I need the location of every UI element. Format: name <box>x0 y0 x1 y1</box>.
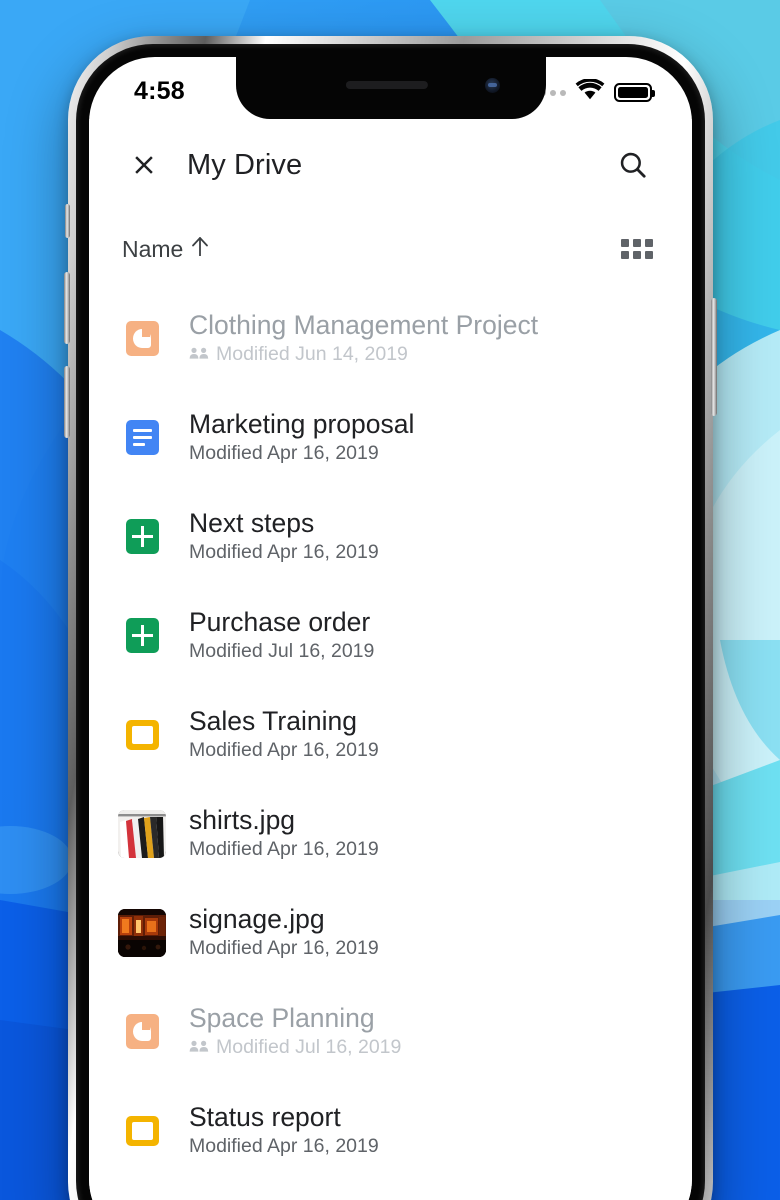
status-bar-clock: 4:58 <box>134 77 185 105</box>
file-modified-text: Modified Apr 16, 2019 <box>189 739 379 762</box>
list-item[interactable]: Sales Training Modified Apr 16, 2019 <box>89 685 692 784</box>
list-item[interactable]: Purchase order Modified Jul 16, 2019 <box>89 586 692 685</box>
file-name: Clothing Management Project <box>189 310 539 341</box>
file-modified-text: Modified Apr 16, 2019 <box>189 541 379 564</box>
volume-down-button[interactable] <box>64 366 70 438</box>
file-meta: Modified Apr 16, 2019 <box>189 739 379 762</box>
power-button[interactable] <box>711 298 717 416</box>
image-thumbnail-shirts <box>115 809 169 858</box>
list-item[interactable]: shirts.jpg Modified Apr 16, 2019 <box>89 784 692 883</box>
sort-bar: Name <box>89 211 692 287</box>
file-meta: Modified Apr 16, 2019 <box>189 541 379 564</box>
slides-icon <box>115 1115 169 1146</box>
file-meta: Modified Apr 16, 2019 <box>189 838 379 861</box>
list-item[interactable]: Marketing proposal Modified Apr 16, 2019 <box>89 388 692 487</box>
file-meta: Modified Apr 16, 2019 <box>189 442 414 465</box>
file-name: Next steps <box>189 508 315 539</box>
file-name: Space Planning <box>189 1003 375 1034</box>
file-modified-text: Modified Apr 16, 2019 <box>189 442 379 465</box>
file-meta: Modified Jul 16, 2019 <box>189 1036 402 1059</box>
file-meta: Modified Jun 14, 2019 <box>189 343 538 366</box>
file-modified-text: Modified Apr 16, 2019 <box>189 838 379 861</box>
arrow-up-icon <box>190 236 210 263</box>
file-meta: Modified Apr 16, 2019 <box>189 937 379 960</box>
wifi-icon <box>575 78 605 106</box>
file-name: shirts.jpg <box>189 805 296 836</box>
list-item[interactable]: Clothing Management Project Modified Jun… <box>89 289 692 388</box>
page-title: My Drive <box>187 148 303 181</box>
people-shared-icon <box>189 344 209 365</box>
list-item[interactable]: Space Planning Modified Jul 16, 2019 <box>89 982 692 1081</box>
mute-switch-button[interactable] <box>65 204 70 238</box>
slides-icon <box>115 1014 169 1049</box>
slides-icon <box>115 321 169 356</box>
sheets-icon <box>115 618 169 653</box>
search-icon[interactable] <box>604 136 662 194</box>
screenshot-canvas: 4:58 My Drive Name Clothing Management P… <box>0 0 780 1200</box>
file-meta: Modified Apr 16, 2019 <box>189 1135 379 1158</box>
phone-notch <box>235 57 546 119</box>
status-bar-indicators <box>530 78 655 106</box>
file-name: Purchase order <box>189 607 371 638</box>
file-modified-text: Modified Apr 16, 2019 <box>189 1135 379 1158</box>
people-shared-icon <box>189 1037 209 1058</box>
file-name: Marketing proposal <box>189 409 415 440</box>
slides-icon <box>115 719 169 750</box>
file-name: signage.jpg <box>189 904 325 935</box>
file-modified-text: Modified Apr 16, 2019 <box>189 937 379 960</box>
file-modified-text: Modified Jul 16, 2019 <box>216 1036 402 1059</box>
sort-by-name-button[interactable]: Name <box>122 236 210 263</box>
phone-device-frame: 4:58 My Drive Name Clothing Management P… <box>64 36 717 1200</box>
front-camera-icon <box>484 78 500 93</box>
battery-full-icon <box>614 83 655 102</box>
file-modified-text: Modified Jul 16, 2019 <box>189 640 375 663</box>
sheets-icon <box>115 519 169 554</box>
list-item[interactable]: Status report Modified Apr 16, 2019 <box>89 1081 692 1180</box>
image-thumbnail-signage <box>115 908 169 957</box>
phone-screen: 4:58 My Drive Name Clothing Management P… <box>89 57 692 1200</box>
docs-icon <box>115 420 169 455</box>
phone-bezel: 4:58 My Drive Name Clothing Management P… <box>76 44 705 1200</box>
close-icon[interactable] <box>115 136 173 194</box>
file-name: Sales Training <box>189 706 357 737</box>
app-bar: My Drive <box>89 119 692 211</box>
list-item[interactable]: signage.jpg Modified Apr 16, 2019 <box>89 883 692 982</box>
grid-view-icon[interactable] <box>616 228 658 270</box>
file-meta: Modified Jul 16, 2019 <box>189 640 375 663</box>
sort-label: Name <box>122 235 184 262</box>
earpiece-speaker-icon <box>345 81 428 89</box>
volume-up-button[interactable] <box>64 272 70 344</box>
file-list[interactable]: Clothing Management Project Modified Jun… <box>89 289 692 1200</box>
file-modified-text: Modified Jun 14, 2019 <box>216 343 408 366</box>
file-name: Status report <box>189 1102 341 1133</box>
list-item[interactable]: Next steps Modified Apr 16, 2019 <box>89 487 692 586</box>
